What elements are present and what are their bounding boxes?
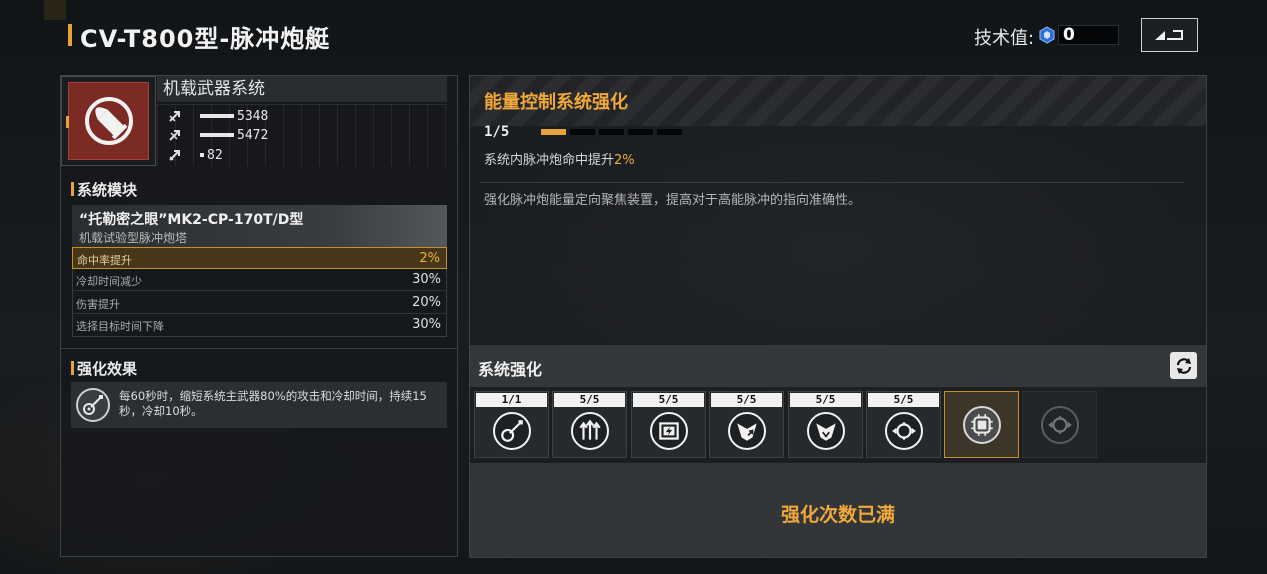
module-stat-value: 20%	[412, 295, 441, 310]
skill-level-badge: 5/5	[711, 393, 782, 407]
system-upgrade-title: 系统强化	[478, 360, 543, 379]
page-title: CV-T800型-脉冲炮艇	[80, 25, 331, 53]
skill-slot-7[interactable]	[944, 391, 1019, 458]
skill-slot-2[interactable]: 5/5	[552, 391, 627, 458]
tech-value-label: 技术值:	[974, 28, 1035, 49]
enhancement-effect: 系统内脉冲炮命中提升2%	[484, 149, 635, 168]
module-stat-label: 命中率提升	[77, 254, 132, 267]
stat-bar	[200, 133, 234, 137]
stat-row-speed: 82	[168, 147, 223, 163]
enhancement-effect-text: 系统内脉冲炮命中提升	[484, 153, 615, 168]
crosshair-icon	[885, 412, 923, 450]
stat-value-speed: 82	[207, 147, 223, 163]
stat-value-defense: 5472	[237, 127, 269, 143]
skill-level-badge: 5/5	[554, 393, 625, 407]
effect-guitar-icon	[76, 388, 110, 422]
skill-level-badge: 1/1	[476, 393, 547, 407]
refresh-button[interactable]	[1170, 352, 1197, 379]
enhancement-progress: 1/5	[484, 124, 510, 140]
module-subtitle: 机载试验型脉冲炮塔	[79, 231, 188, 245]
crosshair-icon	[1041, 406, 1079, 444]
enhancement-divider	[480, 182, 1184, 183]
module-stat-value: 30%	[412, 272, 441, 287]
level-pip-1	[541, 129, 566, 135]
skill-slot-5[interactable]: 5/5	[788, 391, 863, 458]
tech-currency-icon	[1039, 26, 1055, 44]
effect-section-title: 强化效果	[77, 360, 138, 378]
triple-arrow-up-icon	[571, 412, 609, 450]
module-stat-row: 命中率提升 2%	[72, 247, 447, 269]
skill-slot-6[interactable]: 5/5	[866, 391, 941, 458]
defense-arrow-icon	[169, 130, 180, 141]
module-stat-label: 冷却时间减少	[76, 275, 142, 288]
module-section-accent	[71, 182, 74, 196]
module-stat-row: 伤害提升 20%	[72, 292, 447, 314]
battery-icon	[650, 412, 688, 450]
enhancement-effect-value: 2%	[614, 153, 635, 168]
corner-decoration	[44, 0, 66, 20]
skill-level-badge: 5/5	[633, 393, 704, 407]
module-name: “托勒密之眼”MK2-CP-170T/D型	[79, 212, 304, 228]
speed-arrow-icon	[169, 150, 180, 161]
stat-row-defense: 5472	[168, 127, 268, 143]
guitar-icon	[83, 395, 103, 415]
tech-value: 0	[1058, 25, 1119, 45]
shield-down-icon	[807, 412, 845, 450]
weapon-icon	[68, 82, 149, 160]
skill-level-badge: 5/5	[790, 393, 861, 407]
section-divider	[61, 348, 457, 349]
module-stat-row: 选择目标时间下降 30%	[72, 314, 447, 336]
bullet-icon	[84, 97, 133, 145]
level-pip-3	[599, 129, 624, 135]
upgrade-max-status: 强化次数已满	[780, 504, 895, 526]
module-section-title: 系统模块	[77, 181, 138, 199]
effect-section-accent	[71, 361, 74, 375]
module-stat-value: 2%	[419, 251, 440, 266]
level-pip-5	[657, 129, 682, 135]
skill-slot-1[interactable]: 1/1	[474, 391, 549, 458]
attack-arrow-icon	[169, 111, 180, 122]
shield-up-icon	[728, 412, 766, 450]
module-stat-label: 伤害提升	[76, 298, 120, 311]
module-stat-label: 选择目标时间下降	[76, 320, 164, 333]
effect-description: 每60秒时，缩短系统主武器80%的攻击和冷却时间，持续15秒，冷却10秒。	[119, 389, 427, 418]
module-stat-value: 30%	[412, 317, 441, 332]
skill-slot-4[interactable]: 5/5	[709, 391, 784, 458]
guitar-icon	[493, 412, 531, 450]
title-accent	[68, 24, 72, 46]
enhancement-title: 能量控制系统强化	[484, 92, 628, 113]
weapon-accent	[66, 116, 69, 128]
skill-level-badge: 5/5	[868, 393, 939, 407]
enhancement-description: 强化脉冲炮能量定向聚焦装置，提高对于高能脉冲的指向准确性。	[484, 193, 862, 208]
level-pip-4	[628, 129, 653, 135]
level-pip-2	[570, 129, 595, 135]
back-arrow-icon	[1154, 30, 1183, 40]
chip-icon	[963, 406, 1001, 444]
module-stat-row: 冷却时间减少 30%	[72, 269, 447, 291]
stat-bar	[200, 114, 234, 118]
stat-value-attack: 5348	[237, 108, 269, 124]
stat-row-attack: 5348	[168, 108, 268, 124]
weapon-system-name: 机载武器系统	[157, 76, 447, 102]
skill-slot-3[interactable]: 5/5	[631, 391, 706, 458]
system-upgrade-header	[470, 345, 1206, 387]
refresh-icon	[1176, 357, 1191, 374]
stat-bar	[200, 153, 204, 157]
back-button[interactable]	[1141, 18, 1198, 52]
skill-slot-8[interactable]	[1022, 391, 1097, 458]
